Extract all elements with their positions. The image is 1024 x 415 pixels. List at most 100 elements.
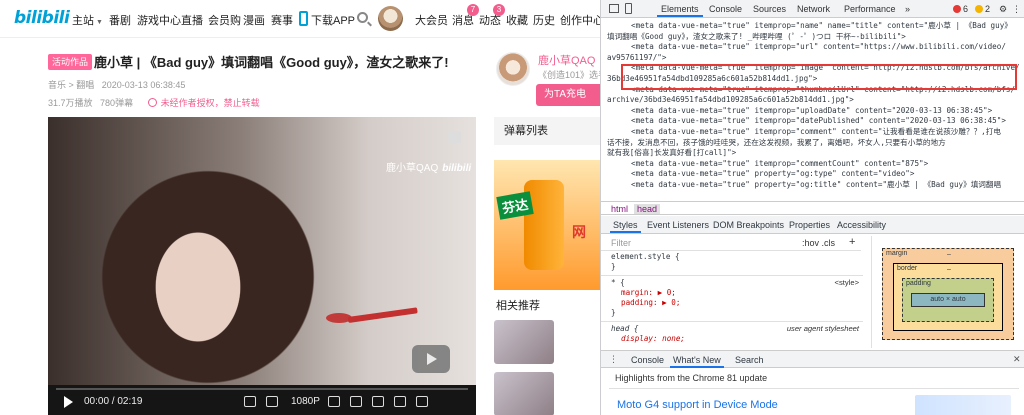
- dom-line[interactable]: 填词翻唱《Good guy》，渣女之歌来了! _哔哩哔哩 (゜-゜)つロ 干杯~…: [601, 32, 1024, 43]
- nav-item-member-shop[interactable]: 会员购: [208, 12, 241, 28]
- chevron-down-icon: ▼: [94, 19, 103, 26]
- fanta-ad-banner[interactable]: 芬达 网: [494, 160, 600, 290]
- bilibili-logo[interactable]: bilibili: [14, 8, 70, 28]
- view-count: 31.7万播放: [48, 98, 93, 108]
- uploader-name[interactable]: 鹿小草QAQ: [538, 52, 595, 68]
- uploader-avatar[interactable]: [496, 52, 530, 86]
- box-model-padding[interactable]: padding auto × auto: [902, 278, 994, 322]
- tab-accessibility[interactable]: Accessibility: [837, 220, 886, 230]
- video-watermark: 鹿小草QAQ bilibili: [386, 163, 472, 174]
- divider: [601, 320, 863, 322]
- styles-filter-input[interactable]: Filter: [611, 238, 631, 248]
- breadcrumb-html[interactable]: html: [611, 204, 628, 214]
- danmaku-settings-icon[interactable]: [244, 396, 256, 407]
- player-controls: 00:00 / 02:19 1080P: [48, 385, 476, 415]
- nav-item-game-center[interactable]: 游戏中心: [137, 12, 181, 28]
- tab-event-listeners[interactable]: Event Listeners: [647, 220, 709, 230]
- dynamics-badge: 3: [493, 4, 505, 16]
- close-drawer-icon[interactable]: ✕: [1013, 354, 1021, 365]
- activity-tag[interactable]: 活动作品: [48, 54, 93, 70]
- nav-item-vip[interactable]: 大会员: [415, 12, 448, 28]
- no-repost-warning: 未经作者授权，禁止转载: [147, 98, 260, 108]
- progress-bar[interactable]: [56, 388, 468, 390]
- box-model-border[interactable]: border – padding auto × auto: [893, 263, 1003, 331]
- tab-search[interactable]: Search: [735, 355, 764, 365]
- hov-cls-toggle[interactable]: :hov .cls: [802, 238, 835, 248]
- video-frame[interactable]: 鹿小草QAQ bilibili: [48, 117, 476, 385]
- user-avatar[interactable]: [378, 6, 403, 31]
- search-icon[interactable]: [357, 12, 368, 23]
- dom-line[interactable]: <meta data-vue-meta="true" itemprop="dat…: [601, 116, 1024, 127]
- style-declaration[interactable]: margin: ▶ 0;: [601, 288, 863, 298]
- nav-item-download-app[interactable]: 下载APP: [311, 12, 355, 28]
- bilibili-tv-mascot-icon: [412, 345, 450, 373]
- drawer-menu-icon[interactable]: ⋮: [609, 354, 618, 365]
- dom-line[interactable]: av95761197/">: [601, 53, 1024, 64]
- tab-whats-new[interactable]: What's New: [670, 355, 724, 368]
- error-icon: [953, 5, 961, 13]
- tab-sources[interactable]: Sources: [753, 4, 786, 14]
- tab-drawer-console[interactable]: Console: [631, 355, 664, 365]
- video-player[interactable]: 鹿小草QAQ bilibili 00:00 / 02:19 1080P: [48, 117, 476, 415]
- tab-performance[interactable]: Performance: [844, 4, 896, 14]
- style-rule-selector[interactable]: head {user agent stylesheet: [601, 324, 863, 334]
- whats-new-card[interactable]: Moto G4 support in Device Mode: [609, 388, 1019, 415]
- tab-elements[interactable]: Elements: [657, 4, 703, 17]
- nav-item-main[interactable]: 主站 ▼: [72, 12, 103, 28]
- inspect-element-icon[interactable]: [609, 4, 619, 13]
- nav-item-esports[interactable]: 赛事: [271, 12, 293, 28]
- dom-line[interactable]: <meta data-vue-meta="true" itemprop="url…: [601, 42, 1024, 53]
- box-model-content[interactable]: auto × auto: [911, 293, 985, 307]
- dom-line[interactable]: <meta data-vue-meta="true" property="og:…: [601, 169, 1024, 180]
- style-source-link[interactable]: <style>: [835, 278, 859, 288]
- dom-line[interactable]: <meta data-vue-meta="true" property="og:…: [601, 180, 1024, 191]
- style-rule-selector[interactable]: element.style {: [601, 252, 863, 262]
- danmaku-list-header[interactable]: 弹幕列表: [494, 117, 600, 145]
- dom-line[interactable]: archive/36bd3e46951fa54dbd109285a6c601a5…: [601, 95, 1024, 106]
- related-video-thumbnail[interactable]: [494, 372, 554, 415]
- new-rule-icon[interactable]: +: [849, 236, 855, 248]
- widescreen-icon[interactable]: [372, 396, 384, 407]
- web-fullscreen-icon[interactable]: [394, 396, 406, 407]
- tab-properties[interactable]: Properties: [789, 220, 830, 230]
- drawer-tabs: ⋮ Console What's New Search ✕: [601, 350, 1024, 368]
- play-icon[interactable]: [64, 396, 73, 408]
- whats-new-card-title[interactable]: Moto G4 support in Device Mode: [617, 399, 778, 411]
- tab-dom-breakpoints[interactable]: DOM Breakpoints: [713, 220, 784, 230]
- dom-line[interactable]: <meta data-vue-meta="true" itemprop="nam…: [601, 21, 1024, 32]
- settings-icon[interactable]: [328, 396, 340, 407]
- dom-line[interactable]: <meta data-vue-meta="true" itemprop="upl…: [601, 106, 1024, 117]
- video-category[interactable]: 音乐 > 翻唱: [48, 80, 94, 90]
- dom-line[interactable]: <meta data-vue-meta="true" itemprop="com…: [601, 127, 1024, 138]
- nav-item-anime[interactable]: 番剧: [109, 12, 131, 28]
- quality-selector[interactable]: 1080P: [291, 396, 320, 407]
- dom-line[interactable]: 就有我[俗喜]长发真好看[打call]">: [601, 148, 1024, 159]
- style-rule-selector[interactable]: * {<style>: [601, 278, 863, 288]
- dom-line[interactable]: <meta data-vue-meta="true" itemprop="com…: [601, 159, 1024, 170]
- video-stats-line: 31.7万播放 780弹幕 未经作者授权，禁止转载: [48, 96, 260, 109]
- charge-button[interactable]: 为TA充电: [536, 84, 600, 106]
- pip-icon[interactable]: [350, 396, 362, 407]
- fullscreen-icon[interactable]: [416, 396, 428, 407]
- dom-line[interactable]: 话不接，发消息不回，孩子饿的哇哇哭，还在这发视频，我累了，离婚吧，坏女人,只要有…: [601, 138, 1024, 149]
- box-model-margin[interactable]: margin – border – padding auto × auto: [882, 248, 1014, 340]
- error-count[interactable]: 6: [963, 4, 968, 14]
- nav-item-history[interactable]: 历史: [533, 12, 555, 28]
- breadcrumb-head[interactable]: head: [634, 204, 661, 214]
- style-declaration[interactable]: padding: ▶ 0;: [601, 298, 863, 308]
- danmaku-toggle-icon[interactable]: [448, 131, 461, 143]
- tab-console[interactable]: Console: [709, 4, 742, 14]
- menu-dots-icon[interactable]: ⋮: [1012, 4, 1021, 15]
- tab-styles[interactable]: Styles: [610, 220, 640, 233]
- nav-item-creator-center[interactable]: 创作中心: [560, 12, 600, 28]
- nav-item-live[interactable]: 直播: [181, 12, 203, 28]
- nav-item-favorites[interactable]: 收藏: [506, 12, 528, 28]
- volume-icon[interactable]: [266, 396, 278, 407]
- device-toolbar-icon[interactable]: [625, 3, 632, 14]
- tab-network[interactable]: Network: [797, 4, 830, 14]
- related-video-thumbnail[interactable]: [494, 320, 554, 364]
- more-tabs-button[interactable]: »: [905, 4, 910, 14]
- settings-gear-icon[interactable]: ⚙: [999, 4, 1007, 15]
- nav-item-manga[interactable]: 漫画: [243, 12, 265, 28]
- warning-count[interactable]: 2: [985, 4, 990, 14]
